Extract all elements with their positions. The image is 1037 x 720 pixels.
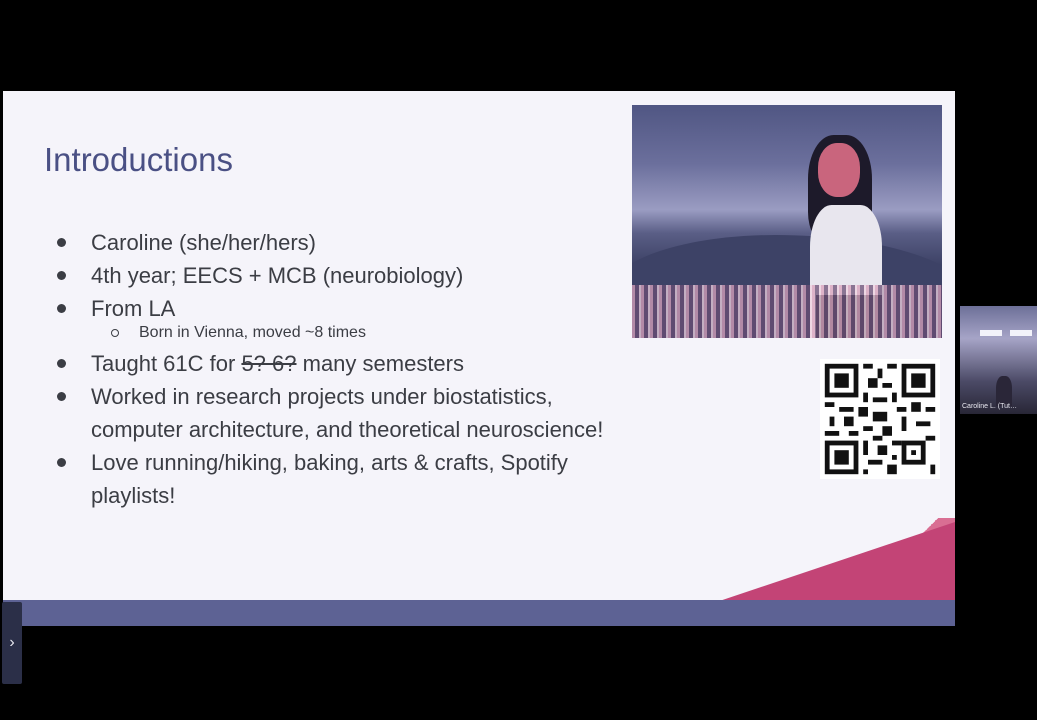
chevron-right-icon: › <box>9 634 15 651</box>
bullet-item: Taught 61C for 5? 6? many semesters <box>55 347 635 380</box>
strikethrough-text: 5? 6? <box>241 351 297 376</box>
participant-name-label: Caroline L. (Tut… <box>962 403 1017 410</box>
sub-bullet-text: Born in Vienna, moved ~8 times <box>139 324 366 341</box>
ceiling-light <box>980 330 1002 336</box>
ceiling-light <box>1010 330 1032 336</box>
bullet-item: Love running/hiking, baking, arts & craf… <box>55 446 635 512</box>
photo-flowers <box>632 285 942 338</box>
bullet-text: Caroline (she/her/hers) <box>91 230 316 255</box>
bullet-text: Love running/hiking, baking, arts & craf… <box>91 450 568 508</box>
bullet-item: Caroline (she/her/hers) <box>55 226 635 259</box>
bullet-text: 4th year; EECS + MCB (neurobiology) <box>91 263 464 288</box>
participant-video-thumbnail[interactable] <box>960 306 1037 414</box>
sidebar-expand-button[interactable]: › <box>2 602 22 684</box>
bullet-text: From LA <box>91 296 176 321</box>
slide-title: Introductions <box>44 141 233 178</box>
bullet-list: Caroline (she/her/hers) 4th year; EECS +… <box>55 226 635 512</box>
slide-footer-bar <box>3 600 955 626</box>
photo-person-face <box>818 143 860 197</box>
bullet-text: Worked in research projects under biosta… <box>91 384 604 442</box>
video-person <box>996 376 1012 406</box>
bullet-item: Worked in research projects under biosta… <box>55 380 635 446</box>
sub-bullet-item: Born in Vienna, moved ~8 times <box>55 321 635 345</box>
bullet-text: many semesters <box>296 351 464 376</box>
qr-code <box>820 359 940 479</box>
qr-code-graphic <box>820 359 940 479</box>
bullet-text: Taught 61C for <box>91 351 242 376</box>
profile-photo <box>632 105 942 338</box>
presentation-slide: Introductions Caroline (she/her/hers) 4t… <box>3 91 955 626</box>
bullet-item: 4th year; EECS + MCB (neurobiology) <box>55 259 635 292</box>
